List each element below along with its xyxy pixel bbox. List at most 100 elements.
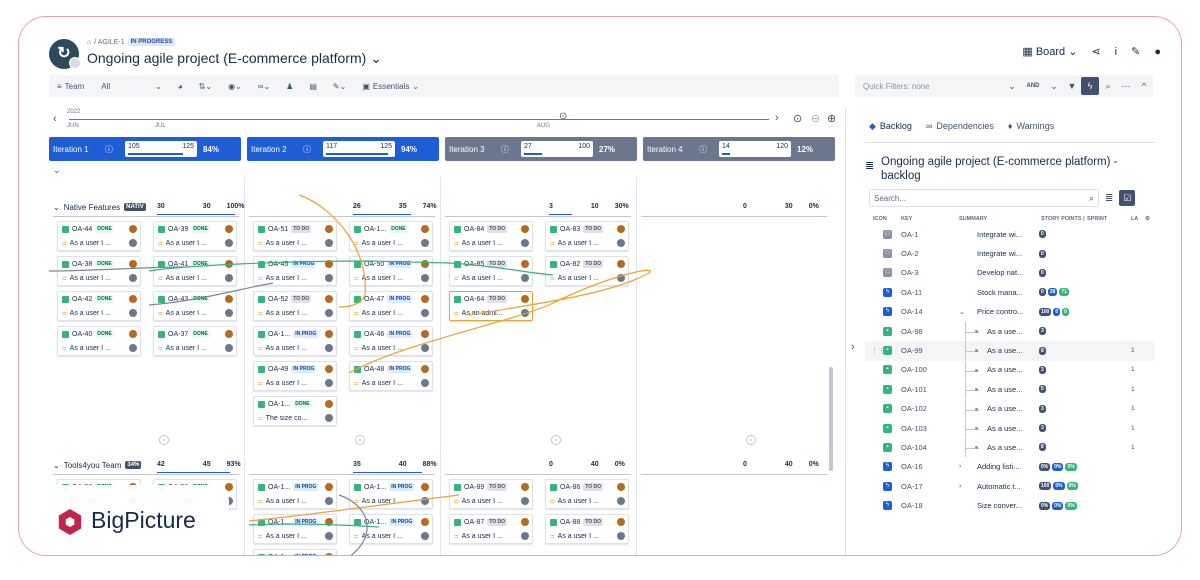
issue-card[interactable]: OA-1...IN PROG=As a user I ... [253,514,337,544]
eye-icon[interactable]: ◉⌄ [220,75,250,97]
chevron-down-icon[interactable]: ⌄ [53,203,60,212]
share-icon[interactable]: ⋖ [1091,45,1100,58]
backlog-row[interactable]: ▪ OA-98 As a use... 3 [865,321,1155,341]
sort-icon[interactable]: ⇅⌄ [191,75,220,97]
backlog-row[interactable]: ▪ OA-100 As a use... 3 1 [865,360,1155,380]
backlog-row[interactable]: ϟ OA-17 › Automatic t... 100 0% 0% [865,477,1155,496]
issue-key[interactable]: OA-103 [901,424,927,433]
tools-icon[interactable]: ✎⌄ [325,75,354,97]
issue-card[interactable]: OA-82 TO DO = As a user I ... [545,256,629,286]
issue-card[interactable]: OA-49 IN PROG = As a user I ... [253,361,337,391]
iteration-header[interactable]: Iteration 3 ⓘ 27 100 27% [445,137,637,161]
add-card-button[interactable] [355,435,365,445]
info-icon[interactable]: i [1115,46,1117,58]
issue-card[interactable]: OA-37 DONE = As a user I ... [153,326,237,356]
issue-key[interactable]: OA-18 [901,501,923,510]
chevron-down-icon[interactable]: ⌄ [1003,81,1021,92]
tab-dependencies[interactable]: ∞ Dependencies [926,121,994,142]
issue-key[interactable]: OA-3 [901,268,919,277]
issue-card[interactable]: OA-1... DONE = The size co... [253,396,337,426]
add-card-button[interactable] [551,435,561,445]
swimlane-header[interactable]: ⌄ Tools4you Team 34% [53,459,142,471]
tab-backlog[interactable]: ◆ Backlog [869,121,912,142]
pie-chart-icon[interactable]: ◕ [170,75,191,97]
issue-key[interactable]: OA-101 [901,385,927,394]
issue-card[interactable]: OA-50 IN PROG = As a user I ... [349,256,433,286]
backlog-row[interactable]: ▪ OA-104 As a use... 8 1 [865,438,1155,457]
issue-key[interactable]: OA-99 [901,346,923,355]
issue-card[interactable]: OA-45 IN PROG = As a user I ... [253,256,337,286]
issue-key[interactable]: OA-14 [901,307,923,316]
issue-key[interactable]: OA-98 [901,327,923,336]
backlog-row[interactable]: ϟ OA-16 › Adding listi... 0% 0% 0% [865,458,1155,477]
breadcrumb-path[interactable]: / AGILE-1 [94,39,124,46]
lightning-icon[interactable]: ϟ [1081,77,1099,95]
issue-key[interactable]: OA-17 [901,482,923,491]
issue-key[interactable]: OA-100 [901,365,927,374]
issue-key[interactable]: OA-2 [901,249,919,258]
issue-key[interactable]: OA-102 [901,404,927,413]
issue-card[interactable]: OA-40 DONE = As a user I ... [57,326,141,356]
board-view-button[interactable]: ▦ Board ⌄ [1022,45,1077,58]
issue-card[interactable]: OA-83 TO DO = As a user I ... [545,221,629,251]
page-title[interactable]: Ongoing agile project (E-commerce platfo… [87,50,382,67]
issue-card[interactable]: OA-1...IN PROG=As a user I ... [349,514,433,544]
backlog-row[interactable]: ϟ OA-14 ⌄ Price contro... 100 0 0 [865,303,1155,322]
info-icon[interactable]: ⓘ [105,144,113,155]
comment-icon[interactable]: ▤ [301,75,325,97]
issue-card[interactable]: OA-87 TO DO = As a user I ... [449,514,533,544]
issue-key[interactable]: OA-104 [901,443,927,452]
today-marker-icon[interactable]: ⊙ [559,111,567,122]
column-header[interactable]: SUMMARY [959,216,1041,222]
settings-icon[interactable]: ⚙ [1145,216,1150,222]
chevron-down-icon[interactable]: ⌄ [959,308,965,316]
issue-card[interactable]: OA-52 TO DO = As a user I ... [253,291,337,321]
iteration-header[interactable]: Iteration 1 ⓘ 105 125 84% [49,137,241,161]
user-icon[interactable]: ● [1154,46,1161,58]
chevron-right-icon[interactable]: › [851,341,855,353]
zoom-in-icon[interactable]: ⊕ [827,112,836,125]
info-icon[interactable]: ⓘ [501,144,509,155]
backlog-row[interactable]: □ OA-2 Integrate wi... 0 [865,244,1155,263]
issue-card[interactable]: OA-38 DONE = As a user I ... [57,256,141,286]
team-selector[interactable]: ≡ Team All ⌄ [49,75,170,97]
issue-key[interactable]: OA-16 [901,462,923,471]
issue-card[interactable]: OA-48 IN PROG = As a user I ... [349,361,433,391]
issue-card[interactable]: OA-1...IN PROG=As a user I ... [349,479,433,509]
backlog-row[interactable]: ⋮⋮ ▪ OA-99 As a use... 8 1 [865,341,1155,361]
iteration-header[interactable]: Iteration 2 ⓘ 117 125 94% [247,137,439,161]
search-icon[interactable]: ⌕ [1089,193,1094,204]
issue-card[interactable]: OA-41 DONE = As a user I ... [153,256,237,286]
info-icon[interactable]: ⓘ [699,144,707,155]
quick-filters-select[interactable]: Quick Filters: none [855,82,1003,91]
issue-card[interactable]: OA-85 TO DO = As a user I ... [449,256,533,286]
issue-card[interactable]: OA-1...IN PROG=As a user I ... [253,549,337,555]
chevron-down-icon[interactable]: ⌄ [370,50,382,66]
issue-card[interactable]: OA-1...IN PROG=As a user I ... [253,326,337,356]
target-icon[interactable]: ⊙ [793,112,802,125]
and-toggle[interactable]: AND [1021,83,1045,89]
swimlane-header[interactable]: ⌄ Native Features NATIV [53,201,146,213]
issue-card[interactable]: OA-1...IN PROG=As a user I ... [253,479,337,509]
chevron-down-icon[interactable]: ⌄ [53,165,61,176]
column-header[interactable]: STORY POINTS | [1041,216,1087,222]
zoom-out-icon[interactable]: ⊖ [811,112,820,125]
tab-warnings[interactable]: ♦ Warnings [1008,121,1054,142]
checklist-icon[interactable]: ☑ [1119,190,1136,206]
issue-card[interactable]: OA-88 TO DO = As a user I ... [545,514,629,544]
backlog-row[interactable]: ▪ OA-103 As a use... 3 1 [865,418,1155,438]
issue-card[interactable]: OA-46 IN PROG = As a user I ... [349,326,433,356]
column-header[interactable]: SPRINT [1087,216,1131,222]
chevron-down-icon[interactable]: ⌄ [53,461,60,470]
essentials-button[interactable]: ▣ Essentials ⌄ [354,75,427,97]
add-card-button[interactable] [159,435,169,445]
chevron-down-icon[interactable]: ⌄ [1045,81,1063,92]
wrench-icon[interactable]: ✎ [1131,45,1140,58]
column-header[interactable]: LA [1131,216,1145,222]
column-header[interactable]: ICON [873,216,901,222]
info-icon[interactable]: ⓘ [303,144,311,155]
backlog-row[interactable]: ▪ OA-101 As a use... 5 1 [865,380,1155,399]
list-view-icon[interactable]: ≣ [1105,193,1113,204]
backlog-row[interactable]: ϟ OA-11 Stock mana... 0 28 71 [865,283,1155,302]
backlog-row[interactable]: □ OA-3 Develop nat... 0 [865,264,1155,283]
